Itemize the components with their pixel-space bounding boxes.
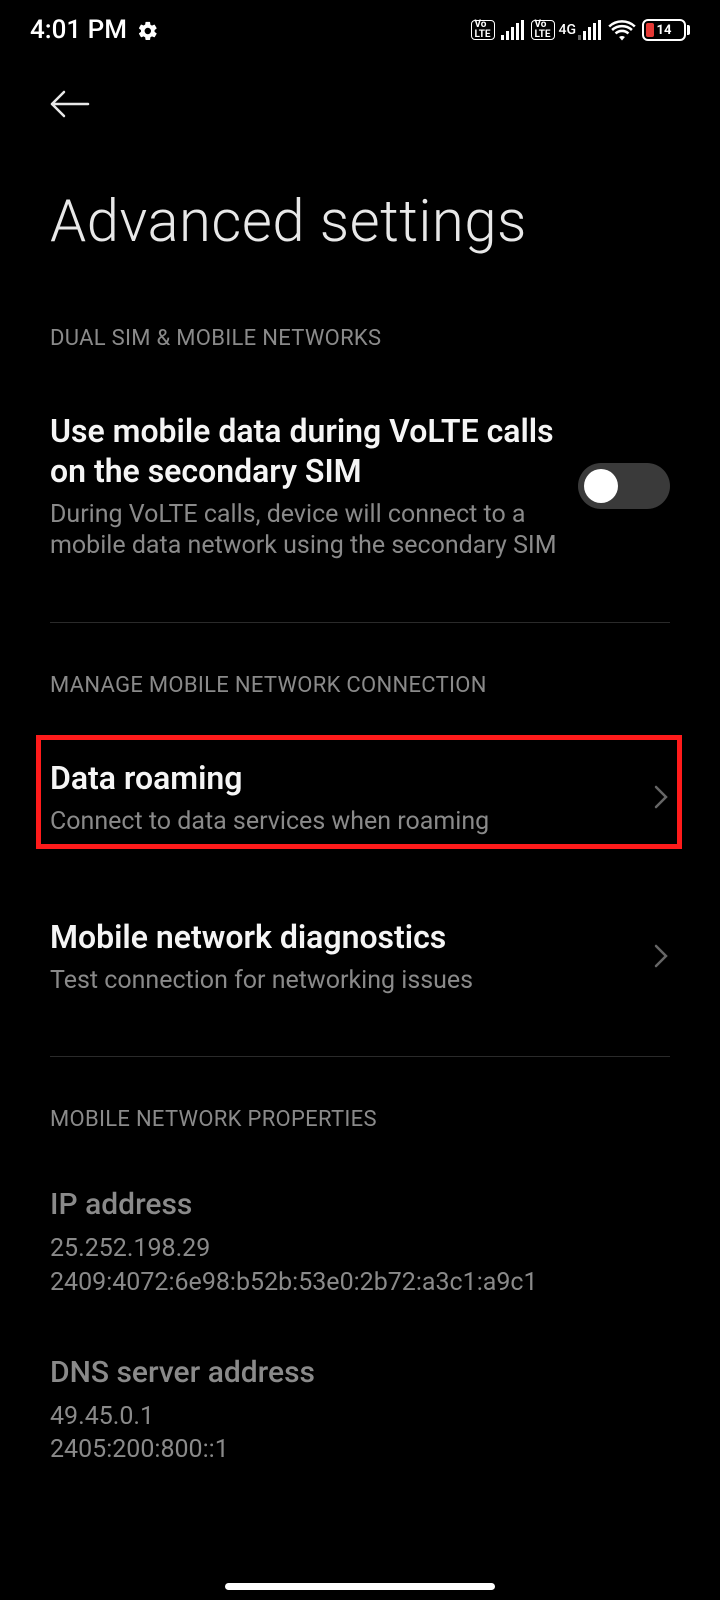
battery-icon: 14 (642, 19, 690, 41)
chevron-right-icon (652, 941, 670, 971)
setting-subtitle: Connect to data services when roaming (50, 806, 632, 837)
divider (50, 622, 670, 623)
section-header-manage: MANAGE MOBILE NETWORK CONNECTION (0, 643, 720, 718)
home-indicator[interactable] (225, 1583, 495, 1590)
volte-badge-2: Vo LTE (531, 20, 555, 40)
signal-icon-2 (578, 20, 602, 40)
wifi-icon (608, 19, 636, 41)
divider (50, 1056, 670, 1057)
property-value: 49.45.0.1 2405:200:800::1 (50, 1400, 670, 1468)
status-right: Vo LTE Vo LTE 4G 14 (471, 19, 691, 41)
chevron-right-icon (652, 782, 670, 812)
gear-icon (137, 19, 159, 41)
section-header-dual-sim: DUAL SIM & MOBILE NETWORKS (0, 296, 720, 371)
status-left: 4:01 PM (30, 15, 159, 45)
setting-title: Mobile network diagnostics (50, 917, 632, 957)
setting-title: Use mobile data during VoLTE calls on th… (50, 411, 558, 491)
status-time: 4:01 PM (30, 15, 127, 45)
setting-network-diagnostics[interactable]: Mobile network diagnostics Test connecti… (0, 877, 720, 1036)
section-header-properties: MOBILE NETWORK PROPERTIES (0, 1077, 720, 1152)
property-value: 25.252.198.29 2409:4072:6e98:b52b:53e0:2… (50, 1232, 670, 1300)
property-label: DNS server address (50, 1355, 670, 1390)
network-type-label: 4G (559, 23, 577, 37)
status-bar: 4:01 PM Vo LTE Vo LTE 4G 14 (0, 0, 720, 60)
toggle-volte-secondary[interactable] (578, 463, 670, 509)
property-label: IP address (50, 1187, 670, 1222)
property-dns-address: DNS server address 49.45.0.1 2405:200:80… (0, 1320, 720, 1488)
setting-subtitle: During VoLTE calls, device will connect … (50, 499, 558, 562)
setting-title: Data roaming (50, 758, 632, 798)
volte-badge-1: Vo LTE (471, 20, 495, 40)
setting-volte-secondary-sim[interactable]: Use mobile data during VoLTE calls on th… (0, 371, 720, 602)
property-ip-address: IP address 25.252.198.29 2409:4072:6e98:… (0, 1152, 720, 1320)
setting-data-roaming[interactable]: Data roaming Connect to data services wh… (0, 718, 720, 877)
setting-subtitle: Test connection for networking issues (50, 965, 632, 996)
battery-level: 14 (644, 23, 684, 38)
signal-icon-1 (501, 20, 525, 40)
back-button[interactable] (50, 90, 680, 118)
page-title: Advanced settings (0, 138, 720, 296)
